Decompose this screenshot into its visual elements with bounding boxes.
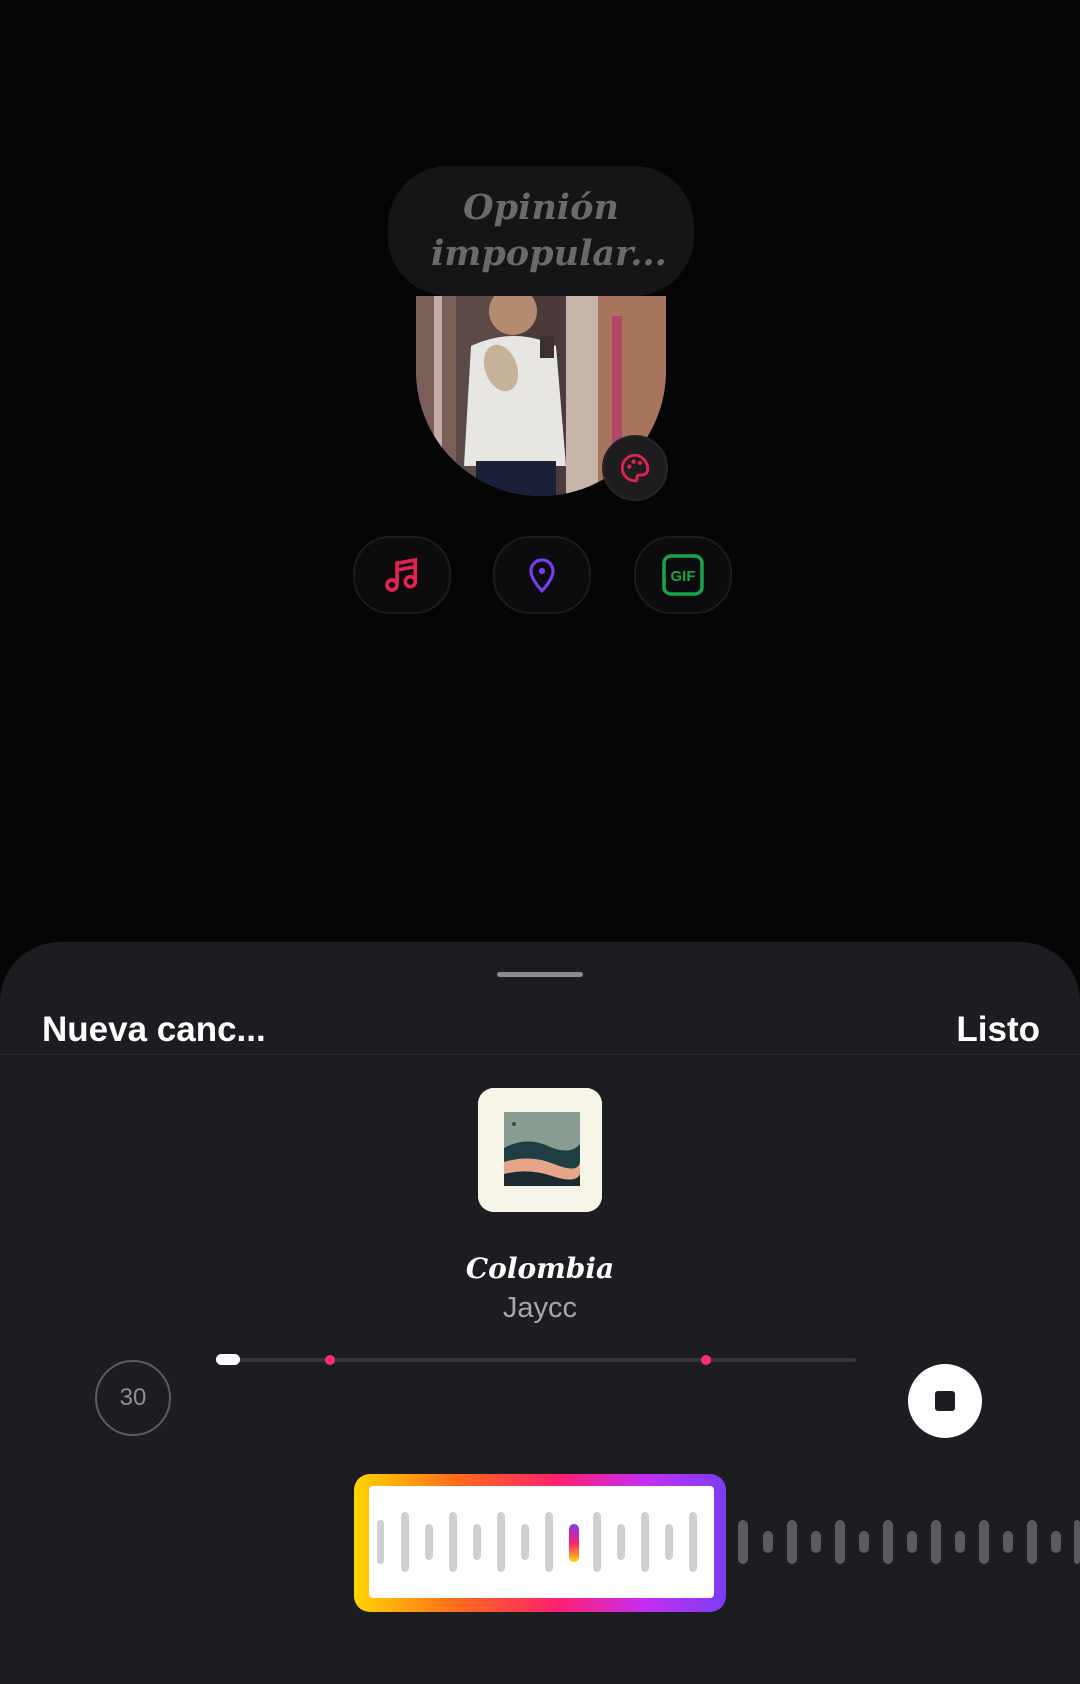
album-cover xyxy=(478,1088,602,1212)
song-artist: Jaycc xyxy=(502,1292,578,1324)
selected-waveform xyxy=(377,1512,697,1572)
location-button[interactable] xyxy=(493,536,591,614)
gif-button[interactable]: GIF xyxy=(634,536,732,614)
song-title: Colombia xyxy=(465,1252,615,1285)
gif-label: GIF xyxy=(671,568,696,585)
status-prompt-bubble[interactable]: Opinión impopular... xyxy=(388,166,694,296)
status-prompt-text: Opinión impopular... xyxy=(431,187,667,274)
progress-marker-start xyxy=(325,1355,335,1365)
progress-marker-end xyxy=(701,1355,711,1365)
sheet-grabber[interactable] xyxy=(497,972,583,977)
divider xyxy=(0,1054,1080,1055)
clip-selector-window[interactable] xyxy=(354,1474,726,1612)
clip-duration-button[interactable]: 30 xyxy=(95,1360,171,1436)
clip-selector-inner xyxy=(369,1486,714,1598)
sheet-title: Nueva canc... xyxy=(42,1010,266,1049)
stop-icon xyxy=(935,1391,955,1411)
song-progress-handle[interactable] xyxy=(216,1354,240,1365)
music-button[interactable] xyxy=(353,536,451,614)
done-button[interactable]: Listo xyxy=(956,1010,1040,1050)
location-pin-icon xyxy=(529,558,555,594)
song-progress-track[interactable] xyxy=(216,1358,856,1362)
palette-icon[interactable] xyxy=(602,435,668,501)
stop-button[interactable] xyxy=(908,1364,982,1438)
remaining-waveform[interactable] xyxy=(736,1517,1080,1567)
music-sheet: Nueva canc... Listo Colombia Jaycc 30 xyxy=(0,942,1080,1684)
gif-icon: GIF xyxy=(662,554,704,596)
music-note-icon xyxy=(385,557,418,592)
